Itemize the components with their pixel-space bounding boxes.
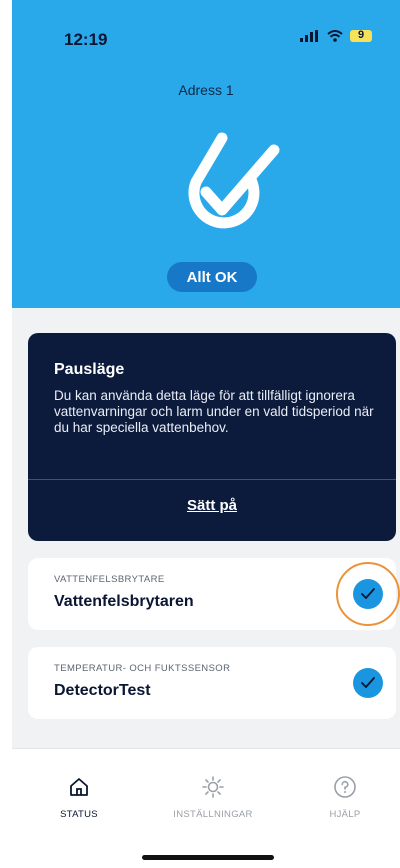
device-category: VATTENFELSBRYTARE [54, 574, 165, 585]
tab-help[interactable]: HJÄLP [290, 775, 400, 820]
device-card-valve[interactable]: VATTENFELSBRYTARE Vattenfelsbrytaren [28, 558, 400, 630]
device-name: Vattenfelsbrytaren [54, 593, 194, 610]
device-name: DetectorTest [54, 682, 151, 699]
pause-title: Pausläge [54, 361, 125, 378]
tab-bar: STATUS INSTÄLLNINGAR HJÄLP [12, 748, 400, 868]
tab-label: INSTÄLLNINGAR [173, 809, 253, 820]
status-icons: 9 [300, 29, 372, 42]
enable-pause-button[interactable]: Sätt på [28, 497, 396, 514]
status-header: 12:19 9 Adress 1 Allt OK [12, 0, 400, 308]
signal-icon [300, 30, 318, 42]
pause-description: Du kan använda detta läge för att tillfä… [54, 388, 374, 435]
home-indicator [142, 855, 274, 860]
pause-mode-card: Pausläge Du kan använda detta läge för a… [28, 333, 396, 541]
tab-status[interactable]: STATUS [24, 775, 134, 820]
wifi-icon [327, 30, 343, 42]
sun-gear-icon [202, 776, 224, 798]
home-icon [70, 778, 88, 796]
tab-settings[interactable]: INSTÄLLNINGAR [158, 775, 268, 820]
status-bar: 12:19 9 [12, 0, 400, 60]
tab-label: STATUS [60, 809, 98, 820]
clock: 12:19 [64, 30, 108, 49]
status-badge: Allt OK [167, 262, 257, 292]
tab-label: HJÄLP [329, 809, 361, 820]
water-drop-check-logo [188, 132, 280, 229]
divider [28, 479, 396, 480]
check-icon [353, 668, 383, 698]
check-icon [353, 579, 383, 609]
device-card-sensor[interactable]: TEMPERATUR- OCH FUKTSSENSOR DetectorTest [28, 647, 396, 719]
help-icon [334, 776, 356, 798]
phone-screen: 12:19 9 Adress 1 Allt OK Pausläge Du kan… [12, 0, 400, 868]
address-label: Adress 1 [178, 82, 234, 98]
device-category: TEMPERATUR- OCH FUKTSSENSOR [54, 663, 231, 674]
battery-icon: 9 [350, 29, 372, 42]
